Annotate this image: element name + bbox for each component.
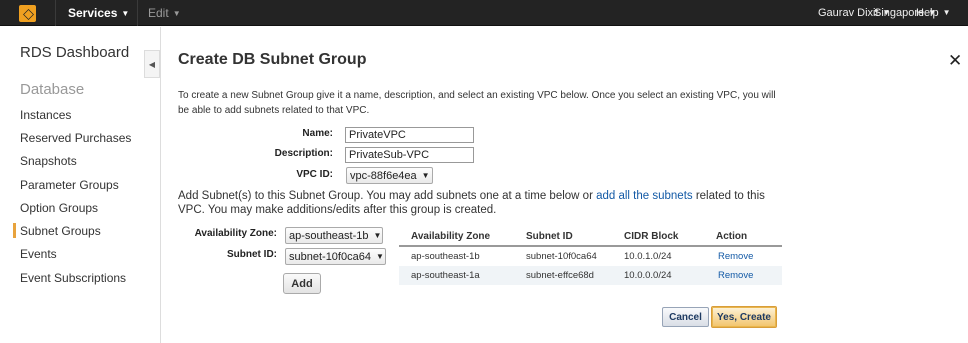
subnet-id-select[interactable]: subnet-10f0ca64 ▼ xyxy=(285,248,386,265)
remove-subnet-link[interactable]: Remove xyxy=(718,270,753,281)
sidebar-item-option-groups[interactable]: Option Groups xyxy=(20,201,98,215)
header-subnet-id: Subnet ID xyxy=(526,231,573,242)
sidebar-section-heading: Database xyxy=(20,81,85,98)
vpc-id-select[interactable]: vpc-88f6e4ea ▼ xyxy=(346,167,433,184)
sidebar-item-snapshots[interactable]: Snapshots xyxy=(20,154,77,168)
sidebar-item-parameter-groups[interactable]: Parameter Groups xyxy=(20,178,119,192)
name-label: Name: xyxy=(302,128,333,139)
add-subnets-text-start: Add Subnet(s) to this Subnet Group. You … xyxy=(178,190,597,202)
sidebar-dashboard-link[interactable]: RDS Dashboard xyxy=(20,44,129,61)
chevron-down-icon: ▼ xyxy=(121,8,130,18)
chevron-left-icon: ◀ xyxy=(148,59,156,69)
edit-menu[interactable]: Edit ▼ xyxy=(148,0,181,26)
table-row: ap-southeast-1a subnet-effce68d 10.0.0.0… xyxy=(399,266,782,285)
dialog-intro-text: To create a new Subnet Group give it a n… xyxy=(178,90,776,116)
aws-logo[interactable] xyxy=(0,0,56,26)
subnets-table: Availability Zone Subnet ID CIDR Block A… xyxy=(399,227,782,285)
yes-create-button[interactable]: Yes, Create xyxy=(711,306,777,328)
sidebar: RDS Dashboard Database Instances Reserve… xyxy=(0,27,142,343)
cell-cidr-block: 10.0.1.0/24 xyxy=(624,251,672,262)
edit-label: Edit xyxy=(148,6,169,20)
add-all-subnets-link[interactable]: add all the subnets xyxy=(596,190,693,202)
chevron-down-icon: ▼ xyxy=(421,171,430,180)
vpc-id-label: VPC ID: xyxy=(296,169,333,180)
header-availability-zone: Availability Zone xyxy=(411,231,491,242)
collapse-sidebar-button[interactable]: ◀ xyxy=(144,50,160,78)
cell-subnet-id: subnet-10f0ca64 xyxy=(526,251,597,262)
remove-subnet-link[interactable]: Remove xyxy=(718,251,753,262)
availability-zone-value: ap-southeast-1b xyxy=(289,229,369,242)
cell-subnet-id: subnet-effce68d xyxy=(526,270,594,281)
table-header: Availability Zone Subnet ID CIDR Block A… xyxy=(399,227,782,247)
help-label: Help xyxy=(916,7,939,19)
chevron-down-icon: ▼ xyxy=(942,8,951,18)
services-label: Services xyxy=(68,6,118,20)
chevron-down-icon: ▼ xyxy=(172,8,181,18)
close-icon[interactable]: ✕ xyxy=(948,51,962,71)
table-row: ap-southeast-1b subnet-10f0ca64 10.0.1.0… xyxy=(399,247,782,266)
chevron-down-icon: ▼ xyxy=(373,231,382,240)
top-navigation-bar: Services ▼ Edit ▼ Gaurav Dixit ▼ Singapore ▼… xyxy=(0,0,968,26)
cancel-button[interactable]: Cancel xyxy=(662,307,709,327)
add-subnets-instructions: Add Subnet(s) to this Subnet Group. You … xyxy=(178,189,788,217)
aws-cube-icon xyxy=(19,4,36,22)
help-menu[interactable]: Help ▼ xyxy=(916,0,951,26)
subnet-id-label: Subnet ID: xyxy=(227,249,277,260)
cell-availability-zone: ap-southeast-1b xyxy=(411,251,480,262)
add-subnet-button[interactable]: Add xyxy=(283,273,321,294)
header-cidr-block: CIDR Block xyxy=(624,231,679,242)
dialog-title: Create DB Subnet Group xyxy=(178,51,367,68)
availability-zone-label: Availability Zone: xyxy=(194,228,277,239)
user-label: Gaurav Dixit xyxy=(818,7,879,19)
sidebar-item-subnet-groups[interactable]: Subnet Groups xyxy=(13,223,101,238)
vpc-id-value: vpc-88f6e4ea xyxy=(350,169,417,182)
name-field[interactable] xyxy=(345,127,474,143)
sidebar-item-event-subscriptions[interactable]: Event Subscriptions xyxy=(20,271,126,285)
sidebar-item-events[interactable]: Events xyxy=(20,247,57,261)
services-menu[interactable]: Services ▼ xyxy=(68,0,129,26)
description-label: Description: xyxy=(274,148,333,159)
sidebar-item-reserved-purchases[interactable]: Reserved Purchases xyxy=(20,131,131,145)
nav-divider xyxy=(137,0,138,26)
chevron-down-icon: ▼ xyxy=(375,252,384,261)
availability-zone-select[interactable]: ap-southeast-1b ▼ xyxy=(285,227,383,244)
create-subnet-group-dialog: Create DB Subnet Group ✕ To create a new… xyxy=(160,27,968,343)
cell-availability-zone: ap-southeast-1a xyxy=(411,270,480,281)
subnet-id-value: subnet-10f0ca64 xyxy=(289,250,371,263)
description-field[interactable] xyxy=(345,147,474,163)
sidebar-item-instances[interactable]: Instances xyxy=(20,108,71,122)
cell-cidr-block: 10.0.0.0/24 xyxy=(624,270,672,281)
header-action: Action xyxy=(716,231,748,242)
